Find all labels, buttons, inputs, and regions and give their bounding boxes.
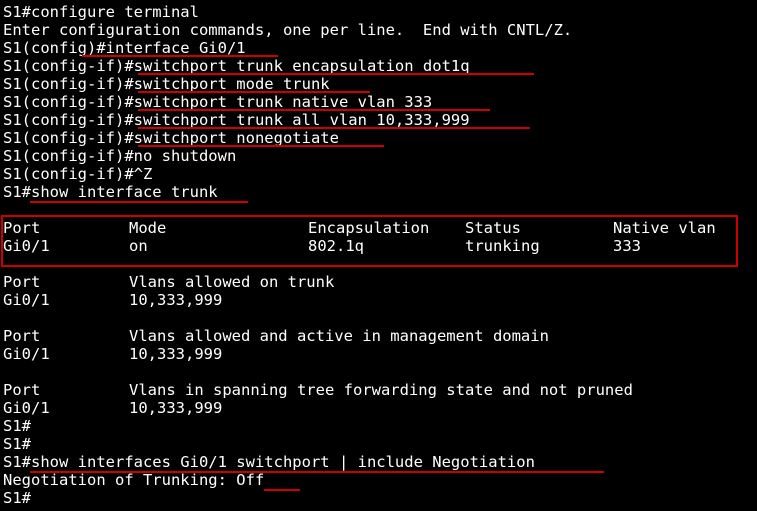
section-vlans: 10,333,999	[129, 291, 223, 309]
highlight-underline	[138, 91, 370, 93]
section-vlans: 10,333,999	[129, 345, 223, 363]
section-port: Gi0/1	[3, 399, 50, 417]
table-cell-encapsulation: 802.1q	[308, 237, 364, 255]
highlight-underline	[138, 73, 534, 75]
terminal-line: Enter configuration commands, one per li…	[3, 21, 573, 39]
table-cell-mode: on	[129, 237, 148, 255]
highlight-underline	[82, 55, 278, 57]
terminal-line: Negotiation of Trunking: Off	[3, 471, 265, 489]
terminal-prompt[interactable]: S1#	[3, 489, 31, 507]
terminal-line: S1#show interface trunk	[3, 183, 218, 201]
section-header-desc: Vlans allowed and active in management d…	[129, 327, 549, 345]
section-port: Gi0/1	[3, 291, 50, 309]
terminal-line: S1#show interfaces Gi0/1 switchport | in…	[3, 453, 535, 471]
section-header-port: Port	[3, 273, 41, 291]
table-header-status: Status	[465, 219, 521, 237]
terminal-line: S1(config-if)#no shutdown	[3, 147, 237, 165]
highlight-underline	[30, 471, 604, 473]
terminal-line: S1#	[3, 435, 31, 453]
table-header-mode: Mode	[129, 219, 167, 237]
section-header-port: Port	[3, 381, 41, 399]
section-header-desc: Vlans allowed on trunk	[129, 273, 335, 291]
highlight-underline	[138, 145, 384, 147]
highlight-underline	[138, 109, 490, 111]
section-header-desc: Vlans in spanning tree forwarding state …	[129, 381, 633, 399]
table-cell-native-vlan: 333	[613, 237, 641, 255]
section-port: Gi0/1	[3, 345, 50, 363]
highlight-underline	[30, 201, 248, 203]
table-header-port: Port	[3, 219, 41, 237]
section-vlans: 10,333,999	[129, 399, 223, 417]
table-header-native-vlan: Native vlan	[613, 219, 716, 237]
table-cell-status: trunking	[465, 237, 540, 255]
table-cell-port: Gi0/1	[3, 237, 50, 255]
highlight-underline	[264, 489, 300, 491]
terminal-line: S1#configure terminal	[3, 3, 199, 21]
terminal-window[interactable]: S1#configure terminal Enter configuratio…	[0, 0, 757, 511]
terminal-line: S1#	[3, 417, 31, 435]
section-header-port: Port	[3, 327, 41, 345]
terminal-line: S1(config-if)#^Z	[3, 165, 153, 183]
highlight-underline	[138, 127, 530, 129]
table-header-encapsulation: Encapsulation	[308, 219, 430, 237]
